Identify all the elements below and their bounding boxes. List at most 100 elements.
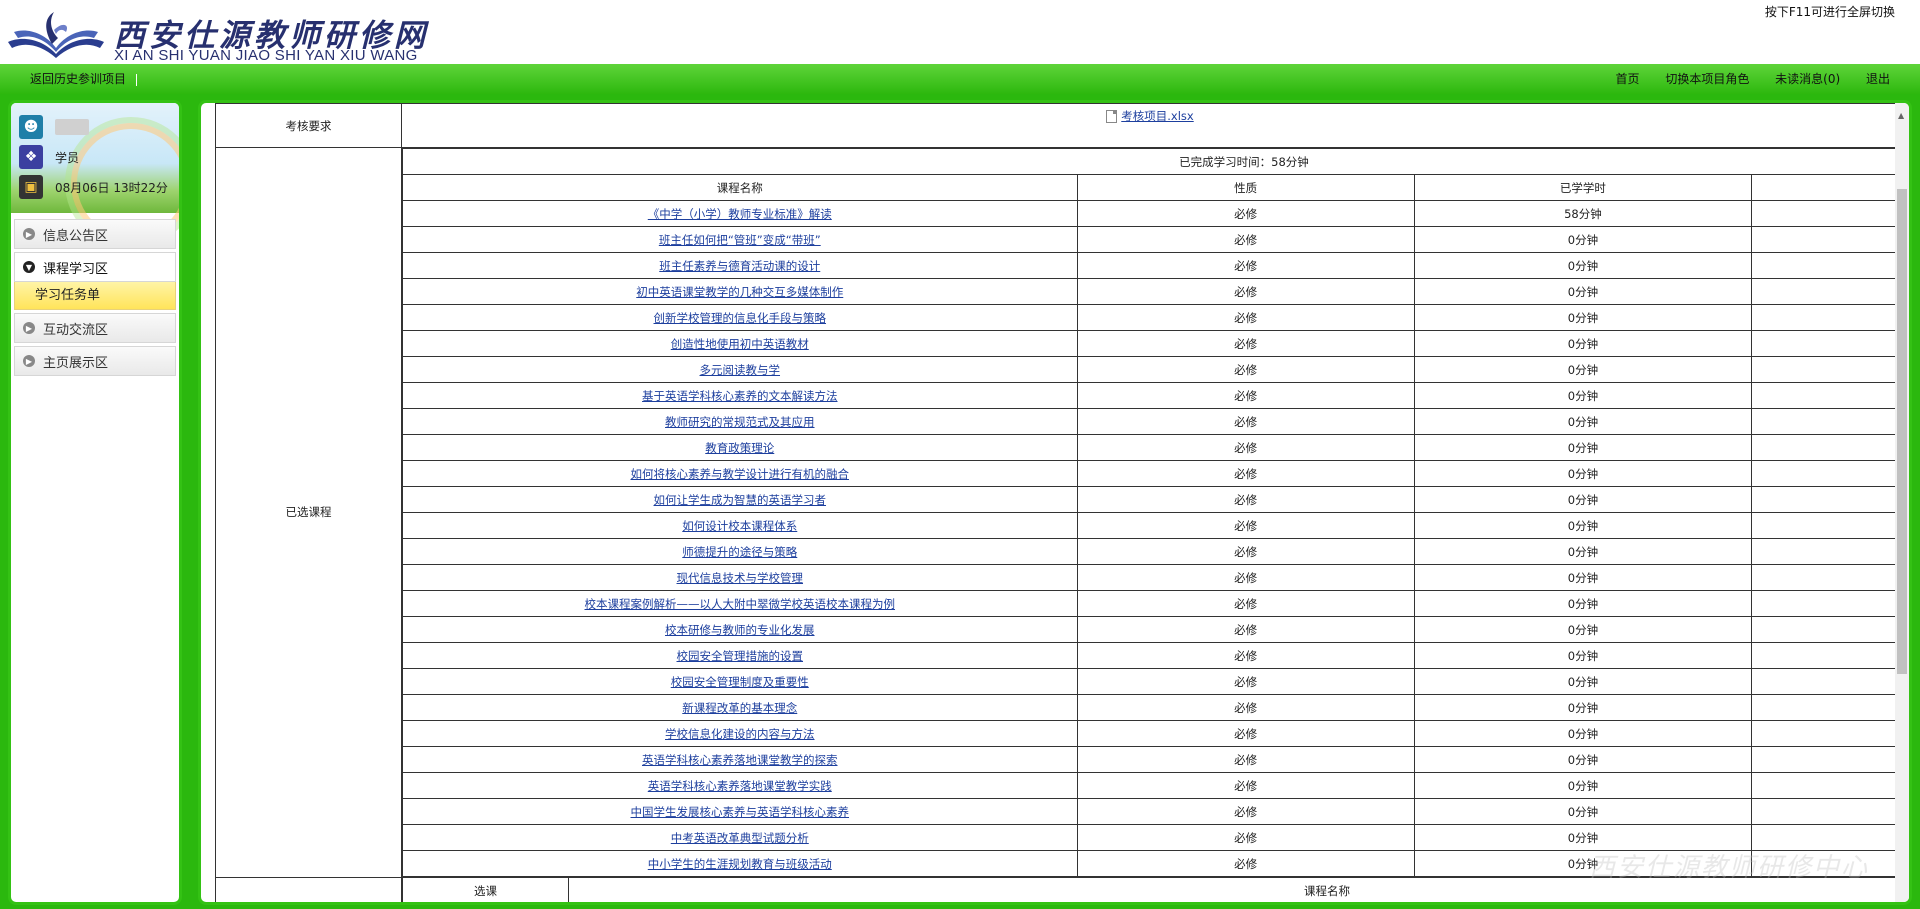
course-type: 必修 [1076,408,1415,435]
course-row: 校本研修与教师的专业化发展 必修 0分钟 [402,616,1899,643]
course-hours: 0分钟 [1413,408,1753,435]
back-to-history-link[interactable]: 返回历史参训项目 [30,72,126,86]
course-link[interactable]: 校本课程案例解析——以人大附中翠微学校英语校本课程为例 [585,597,896,611]
course-operation [1751,798,1899,825]
task-table: 考核要求 考核项目.xlsx 已选课程 已完成学习时间：58分钟 课程名称 性质… [215,103,1899,902]
course-operation [1751,382,1899,409]
menu-info[interactable]: ▶ 信息公告区 [14,219,176,249]
course-type: 必修 [1076,434,1415,461]
unread-messages-link[interactable]: 未读消息(0) [1775,72,1840,86]
course-link[interactable]: 中小学生的生涯规划教育与班级活动 [648,857,832,871]
header-type: 性质 [1076,174,1415,201]
course-hours: 0分钟 [1413,434,1753,461]
course-hours: 0分钟 [1413,694,1753,721]
arrow-right-icon: ▶ [23,322,35,334]
menu-homepage[interactable]: ▶ 主页展示区 [14,346,176,376]
course-operation [1751,512,1899,539]
course-link[interactable]: 校本研修与教师的专业化发展 [665,623,815,637]
course-type: 必修 [1076,564,1415,591]
course-operation [1751,486,1899,513]
course-name-cell: 班主任素养与德育活动课的设计 [402,252,1078,279]
course-type: 必修 [1076,850,1415,877]
course-link[interactable]: 《中学（小学）教师专业标准》解读 [648,207,832,221]
course-link[interactable]: 英语学科核心素养落地课堂教学实践 [648,779,832,793]
course-link[interactable]: 创造性地使用初中英语教材 [671,337,809,351]
clock-icon: ▣ [19,175,43,199]
course-row: 《中学（小学）教师专业标准》解读 必修 58分钟 [402,200,1899,227]
course-link[interactable]: 中国学生发展核心素养与英语学科核心素养 [631,805,850,819]
course-row: 中小学生的生涯规划教育与班级活动 必修 0分钟 [402,850,1899,877]
course-link[interactable]: 班主任素养与德育活动课的设计 [659,259,820,273]
course-link[interactable]: 新课程改革的基本理念 [682,701,797,715]
course-row: 中考英语改革典型试题分析 必修 0分钟 [402,824,1899,851]
course-operation [1751,824,1899,851]
scrollbar-thumb[interactable] [1897,189,1907,674]
assessment-file-link[interactable]: 考核项目.xlsx [1121,108,1193,124]
course-link[interactable]: 学校信息化建设的内容与方法 [665,727,815,741]
course-type: 必修 [1076,252,1415,279]
course-link[interactable]: 多元阅读教与学 [700,363,781,377]
site-logo[interactable]: 西安仕源教师研修网 XI AN SHI YUAN JIAO SHI YAN XI… [6,8,426,64]
course-type: 必修 [1076,616,1415,643]
course-operation [1751,850,1899,877]
user-name-blurred [55,119,89,135]
scroll-up-icon[interactable]: ▲ [1898,111,1904,120]
menu-interact[interactable]: ▶ 互动交流区 [14,313,176,343]
course-link[interactable]: 教师研究的常规范式及其应用 [665,415,815,429]
assessment-file[interactable]: 考核项目.xlsx [1106,108,1194,124]
course-link[interactable]: 教育政策理论 [705,441,774,455]
course-row: 创造性地使用初中英语教材 必修 0分钟 [402,330,1899,357]
course-link[interactable]: 基于英语学科核心素养的文本解读方法 [642,389,838,403]
course-operation [1751,278,1899,305]
course-row: 基于英语学科核心素养的文本解读方法 必修 0分钟 [402,382,1899,409]
menu-course[interactable]: ▼ 课程学习区 [14,252,176,282]
course-link[interactable]: 英语学科核心素养落地课堂教学的探索 [642,753,838,767]
course-hours: 0分钟 [1413,382,1753,409]
course-operation [1751,564,1899,591]
course-row: 班主任如何把“管班”变成“带班” 必修 0分钟 [402,226,1899,253]
course-hours: 0分钟 [1413,486,1753,513]
course-link[interactable]: 师德提升的途径与策略 [682,545,797,559]
course-row: 校本课程案例解析——以人大附中翠微学校英语校本课程为例 必修 0分钟 [402,590,1899,617]
course-name-cell: 创造性地使用初中英语教材 [402,330,1078,357]
course-hours: 0分钟 [1413,512,1753,539]
course-link[interactable]: 初中英语课堂教学的几种交互多媒体制作 [636,285,843,299]
course-link[interactable]: 校园安全管理措施的设置 [677,649,804,663]
logout-link[interactable]: 退出 [1866,72,1890,86]
user-role: 学员 [55,150,80,165]
course-hours: 0分钟 [1413,590,1753,617]
home-link[interactable]: 首页 [1615,72,1639,86]
course-name-cell: 如何将核心素养与教学设计进行有机的融合 [402,460,1078,487]
switch-role-link[interactable]: 切换本项目角色 [1665,72,1749,86]
course-type: 必修 [1076,278,1415,305]
course-link[interactable]: 校园安全管理制度及重要性 [671,675,809,689]
course-link[interactable]: 班主任如何把“管班”变成“带班” [659,233,821,247]
course-link[interactable]: 创新学校管理的信息化手段与策略 [654,311,827,325]
course-name-cell: 班主任如何把“管班”变成“带班” [402,226,1078,253]
course-operation [1751,200,1899,227]
course-link[interactable]: 如何让学生成为智慧的英语学习者 [654,493,827,507]
elective-select-header: 选课 [402,877,569,902]
course-name-cell: 《中学（小学）教师专业标准》解读 [402,200,1078,227]
course-link[interactable]: 如何将核心素养与教学设计进行有机的融合 [631,467,850,481]
assessment-row: 考核要求 考核项目.xlsx [215,103,1899,148]
course-hours: 0分钟 [1413,330,1753,357]
header-course-name: 课程名称 [402,174,1078,201]
course-row: 英语学科核心素养落地课堂教学实践 必修 0分钟 [402,772,1899,799]
sidebar: ☻ ❖ 学员 ▣ 08月06日 13时22分 ▶ 信息公告区 ▼ 课程学习区 学… [8,100,182,905]
assessment-label: 考核要求 [215,103,402,148]
course-operation [1751,408,1899,435]
vertical-scrollbar[interactable]: ▲ [1895,103,1909,902]
course-operation [1751,330,1899,357]
course-type: 必修 [1076,694,1415,721]
course-name-cell: 基于英语学科核心素养的文本解读方法 [402,382,1078,409]
course-link[interactable]: 中考英语改革典型试题分析 [671,831,809,845]
submenu-task-list[interactable]: 学习任务单 [14,282,176,310]
selected-courses-label: 已选课程 [215,147,402,878]
course-link[interactable]: 现代信息技术与学校管理 [677,571,804,585]
course-name-cell: 师德提升的途径与策略 [402,538,1078,565]
course-link[interactable]: 如何设计校本课程体系 [682,519,797,533]
user-icon: ☻ [19,115,43,139]
completed-time: 已完成学习时间：58分钟 [402,148,1899,175]
elective-table: 选课 课程名称 [402,877,1899,902]
